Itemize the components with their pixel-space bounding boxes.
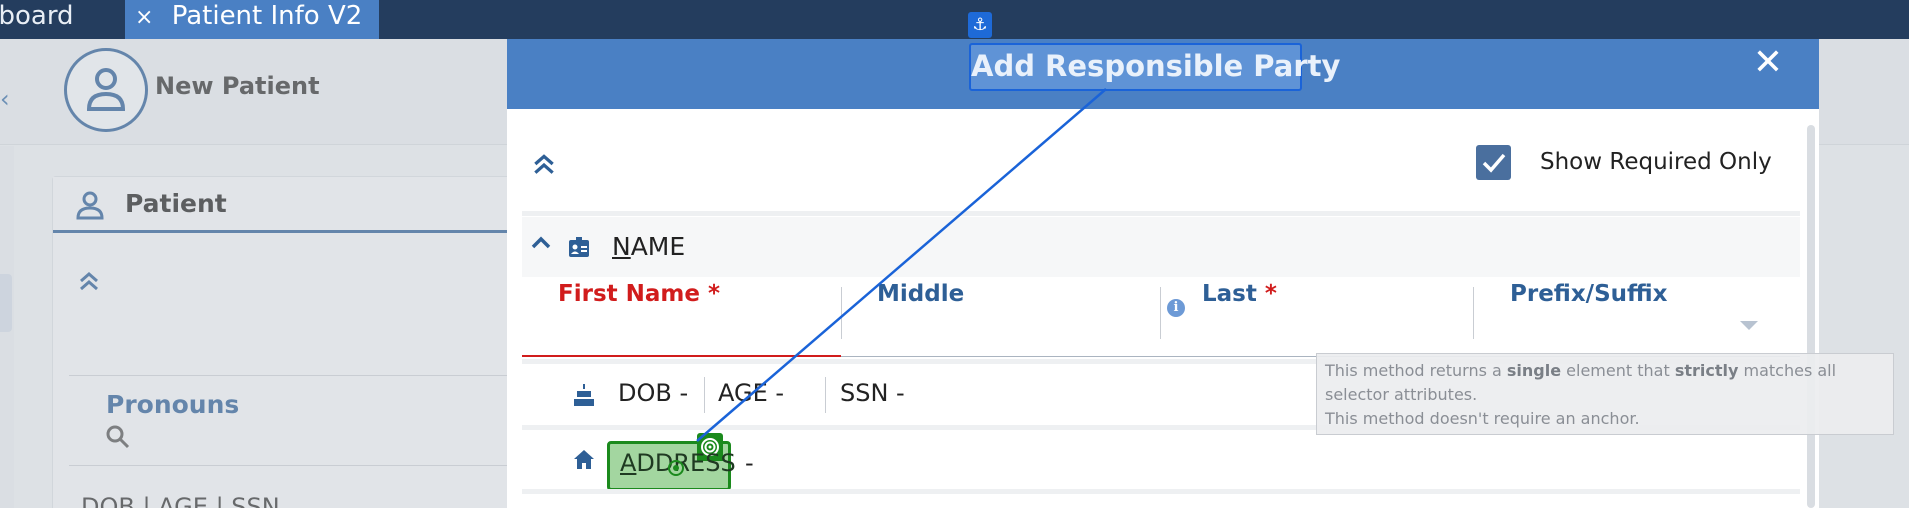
id-card-icon [569, 237, 589, 257]
first-name-label: First Name [558, 281, 700, 307]
name-section-header[interactable] [522, 217, 1800, 277]
tab-close-icon[interactable]: × [135, 1, 153, 34]
prefix-suffix-label: Prefix/Suffix [1510, 281, 1668, 307]
dob-value: DOB - [618, 379, 689, 407]
chevron-down-icon[interactable] [1740, 321, 1758, 330]
cake-icon [574, 384, 594, 406]
close-icon[interactable]: ✕ [1748, 43, 1788, 83]
address-row[interactable]: ADDRESS - [522, 427, 1800, 491]
tab-patient-info-label: Patient Info V2 [171, 1, 363, 31]
prefix-suffix-select[interactable]: Prefix/Suffix [1510, 281, 1668, 341]
show-required-label[interactable]: Show Required Only [1540, 149, 1772, 175]
middle-name-field[interactable]: Middle [877, 281, 964, 341]
divider [1160, 287, 1161, 339]
home-icon [574, 450, 594, 469]
info-icon[interactable]: i [1167, 299, 1185, 317]
address-value: - [745, 449, 754, 477]
divider [841, 287, 842, 339]
divider [1473, 287, 1474, 339]
tooltip-line-2: This method doesn't require an anchor. [1325, 409, 1640, 428]
tab-bar: hboard × Patient Info V2 [0, 0, 1909, 39]
first-name-underline [522, 355, 841, 357]
required-marker: * [1264, 281, 1277, 307]
chevron-up-icon[interactable] [529, 231, 553, 255]
last-name-field[interactable]: Last * [1202, 281, 1277, 341]
divider [522, 211, 1800, 216]
collapse-all-icon[interactable] [531, 151, 557, 177]
first-name-field[interactable]: First Name * [558, 281, 720, 341]
dialog-title: Add Responsible Party [969, 43, 1340, 91]
show-required-checkbox[interactable] [1476, 145, 1511, 180]
target-icon [668, 460, 684, 476]
required-marker: * [707, 281, 721, 307]
ssn-value: SSN - [840, 379, 905, 407]
check-icon [1482, 153, 1506, 173]
dialog-header: Add Responsible Party ✕ [507, 39, 1819, 109]
anchor-icon: ⚓ [968, 12, 992, 38]
divider [522, 489, 1800, 494]
scrollbar[interactable] [1807, 125, 1815, 508]
last-name-label: Last [1202, 281, 1257, 307]
tab-dashboard-label: hboard [0, 1, 74, 31]
tab-dashboard[interactable]: hboard [0, 0, 74, 39]
middle-name-label: Middle [877, 281, 965, 307]
selector-tooltip: This method returns a single element tha… [1316, 353, 1894, 435]
age-value: AGE - [718, 379, 785, 407]
tooltip-line-1: This method returns a single element tha… [1325, 361, 1837, 404]
divider [704, 377, 705, 413]
add-responsible-party-dialog: Add Responsible Party ✕ Show Required On… [507, 12, 1819, 508]
name-section-label: NAME [612, 232, 686, 261]
divider [825, 377, 826, 413]
tab-patient-info[interactable]: × Patient Info V2 [125, 0, 379, 39]
